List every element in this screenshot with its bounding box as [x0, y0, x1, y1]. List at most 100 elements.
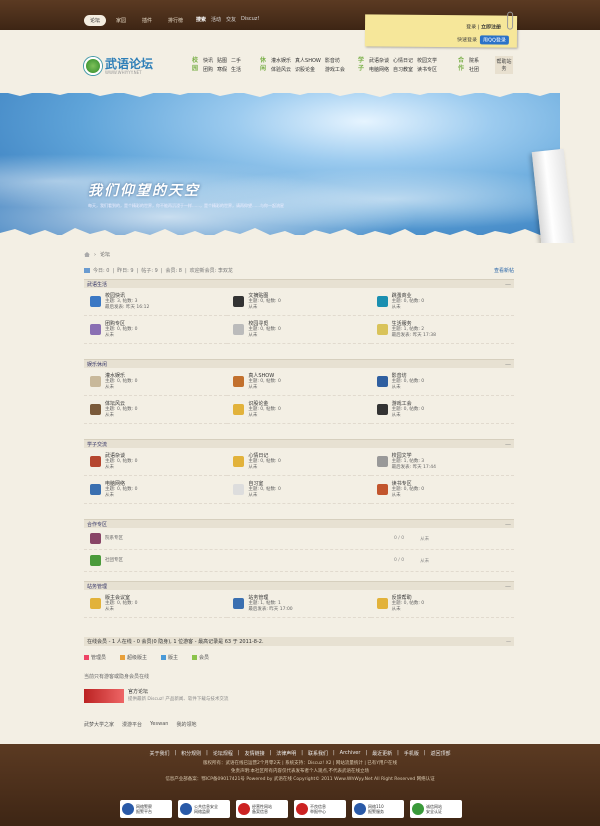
- section-title[interactable]: 学子交流: [87, 441, 107, 448]
- nav-forum[interactable]: 论坛: [84, 15, 107, 26]
- admin-icon: [84, 655, 89, 660]
- footer-link[interactable]: 关于我们: [149, 750, 169, 757]
- shield-icon: [180, 803, 192, 815]
- seal-badge[interactable]: 不良信息 举报中心: [294, 800, 346, 818]
- forum-item[interactable]: 院系专区 0 / 0 从未: [84, 528, 514, 550]
- cat-link[interactable]: 灌水娱乐: [271, 57, 291, 64]
- search-link-activity[interactable]: 活动: [211, 16, 221, 23]
- banner: 我们仰望的天空 每天，我们看到的，是个精彩的世界，你不能再沉浸于一样……，是个精…: [0, 85, 600, 243]
- section-title[interactable]: 武语生活: [87, 281, 107, 288]
- footer-link[interactable]: 友情链接: [245, 750, 265, 757]
- forum-item[interactable]: 体坛风云 主题: 0, 帖数: 0 从未: [84, 396, 228, 424]
- breadcrumb-forum[interactable]: 论坛: [100, 251, 110, 258]
- search-link-friends[interactable]: 交友: [226, 16, 236, 23]
- cat-link[interactable]: 校园文学: [417, 57, 437, 64]
- cat-link[interactable]: 二手: [231, 57, 241, 64]
- friend-link[interactable]: Yeswan: [150, 721, 168, 728]
- forum-item[interactable]: 团购专区 主题: 0, 帖数: 0 从未: [84, 316, 228, 344]
- official-forum[interactable]: 官方论坛 提供最新 Discuz! 产品新闻、软件下载与技术交流: [84, 689, 228, 703]
- cat-link[interactable]: 游戏工会: [325, 66, 345, 73]
- cat-link[interactable]: 贴图: [217, 57, 227, 64]
- section-title[interactable]: 合作专区: [87, 521, 107, 528]
- cat-link[interactable]: 影音坊: [325, 57, 345, 64]
- forum-item[interactable]: 跳蚤商业 主题: 0, 帖数: 0 从未: [370, 288, 514, 316]
- forum-item[interactable]: 心情日记 主题: 0, 帖数: 0 从未: [227, 448, 371, 476]
- footer-link[interactable]: 返回顶部: [431, 750, 451, 757]
- forum-item[interactable]: 识股论金 主题: 0, 帖数: 0 从未: [227, 396, 371, 424]
- forum-item[interactable]: 灌水娱乐 主题: 0, 帖数: 0 从未: [84, 368, 228, 396]
- footer-link[interactable]: 最近更新: [372, 750, 392, 757]
- footer-link[interactable]: 法律声明: [276, 750, 296, 757]
- qq-login-button[interactable]: 用QQ登录: [480, 35, 509, 45]
- seal-badge[interactable]: 诚信网站 安全认证: [410, 800, 462, 818]
- new-posts-link[interactable]: 查看新帖: [494, 267, 514, 274]
- cat-link[interactable]: 真人SHOW: [295, 57, 321, 64]
- site-logo[interactable]: 武语论坛 WWW.WHIYYY.NET: [84, 57, 153, 75]
- forum-item[interactable]: 文摘贴图 主题: 0, 帖数: 0 从未: [227, 288, 371, 316]
- collapse-icon[interactable]: —: [506, 639, 511, 645]
- forum-item[interactable]: 反馈帮助 主题: 0, 帖数: 0 从未: [370, 590, 514, 618]
- footer-link[interactable]: 论坛规程: [213, 750, 233, 757]
- home-icon[interactable]: [84, 252, 90, 257]
- forum-item[interactable]: 电脑网络 主题: 0, 帖数: 0 从未: [84, 476, 228, 504]
- seal-badge[interactable]: 网络110 报警服务: [352, 800, 404, 818]
- forum-icon: [376, 404, 388, 415]
- friend-link[interactable]: 漫游平台: [122, 721, 142, 728]
- footer-link[interactable]: 手机版: [404, 750, 419, 757]
- seal-badge[interactable]: 公共信息安全 网络监察: [178, 800, 230, 818]
- banner-desc: 每天，我们看到的，是个精彩的世界，你不能再沉浸于一样……，是个精彩的世界，请再仰…: [88, 203, 284, 208]
- seal-badge[interactable]: 网络警察 报警平台: [120, 800, 172, 818]
- collapse-icon[interactable]: —: [505, 521, 511, 528]
- seal-badge[interactable]: 经营性网站 备案信息: [236, 800, 288, 818]
- cat-link[interactable]: 生活: [231, 66, 241, 73]
- footer-link[interactable]: 积分规则: [181, 750, 201, 757]
- cat-link[interactable]: 社团: [469, 66, 479, 73]
- cat-link[interactable]: 心情日记: [393, 57, 413, 64]
- forum-item[interactable]: 生活服务 主题: 1, 帖数: 2 最后发表: 昨天 17:38: [370, 316, 514, 344]
- cat-link[interactable]: 团购: [203, 66, 213, 73]
- forum-item[interactable]: 校园文学 主题: 1, 帖数: 3 最后发表: 昨天 17:44: [370, 448, 514, 476]
- forum-item[interactable]: 游戏工会 主题: 0, 帖数: 0 从未: [370, 396, 514, 424]
- badge-icon: [238, 803, 250, 815]
- help-button[interactable]: 帮助站务: [495, 56, 513, 74]
- cat-link[interactable]: 自习教室: [393, 66, 413, 73]
- cat-link[interactable]: 体验风云: [271, 66, 291, 73]
- cat-link[interactable]: 读书专区: [417, 66, 437, 73]
- search-link-discuz[interactable]: Discuz!: [241, 16, 259, 23]
- cat-link[interactable]: 寒假: [217, 66, 227, 73]
- forum-item[interactable]: 校园快讯 主题: 3, 帖数: 3 最后发表: 昨天 16:12: [84, 288, 228, 316]
- section-title[interactable]: 站务管理: [87, 583, 107, 590]
- register-link[interactable]: 立即注册: [481, 24, 501, 30]
- forum-item[interactable]: 读书专区 主题: 0, 帖数: 0 从未: [370, 476, 514, 504]
- collapse-icon[interactable]: —: [505, 281, 511, 288]
- search-link[interactable]: 搜索: [196, 16, 206, 23]
- collapse-icon[interactable]: —: [505, 441, 511, 448]
- forum-item[interactable]: 武语杂谈 主题: 0, 帖数: 0 从未: [84, 448, 228, 476]
- nav-home[interactable]: 家园: [110, 15, 132, 26]
- stat-welcome[interactable]: 欢迎新会员: 李双龙: [190, 267, 233, 274]
- footer-link[interactable]: 联系我们: [308, 750, 328, 757]
- forum-item[interactable]: 版主会议室 主题: 0, 帖数: 0 从未: [84, 590, 228, 618]
- login-link[interactable]: 登录: [466, 24, 476, 30]
- footer-link[interactable]: Archiver: [340, 750, 361, 757]
- cat-link[interactable]: 识股论金: [295, 66, 321, 73]
- cat-link[interactable]: 快讯: [203, 57, 213, 64]
- forum-item[interactable]: 自习室 主题: 0, 帖数: 0 从未: [227, 476, 371, 504]
- friend-link[interactable]: 我的领地: [176, 721, 196, 728]
- official-name[interactable]: 官方论坛: [128, 689, 228, 696]
- nav-plugins[interactable]: 插件: [136, 15, 158, 26]
- forum-item[interactable]: 影音坊 主题: 0, 帖数: 0 从未: [370, 368, 514, 396]
- forum-item[interactable]: 站务管理 主题: 1, 帖数: 1 最后发表: 昨天 17:00: [227, 590, 371, 618]
- cat-link[interactable]: 电脑网络: [369, 66, 389, 73]
- section-title[interactable]: 娱乐休闲: [87, 361, 107, 368]
- forum-item[interactable]: 校园寻觅 主题: 0, 帖数: 0 从未: [227, 316, 371, 344]
- nav-ranking[interactable]: 排行榜: [162, 15, 189, 26]
- friend-link[interactable]: 武梦大学之家: [84, 721, 114, 728]
- collapse-icon[interactable]: —: [505, 361, 511, 368]
- forum-item[interactable]: 真人SHOW 主题: 0, 帖数: 0 从未: [227, 368, 371, 396]
- forum-item[interactable]: 社团专区 0 / 0 从未: [84, 550, 514, 572]
- cat-link[interactable]: 院系: [469, 57, 479, 64]
- cat-link[interactable]: 武语杂谈: [369, 57, 389, 64]
- forum-icon: [233, 296, 245, 307]
- collapse-icon[interactable]: —: [505, 583, 511, 590]
